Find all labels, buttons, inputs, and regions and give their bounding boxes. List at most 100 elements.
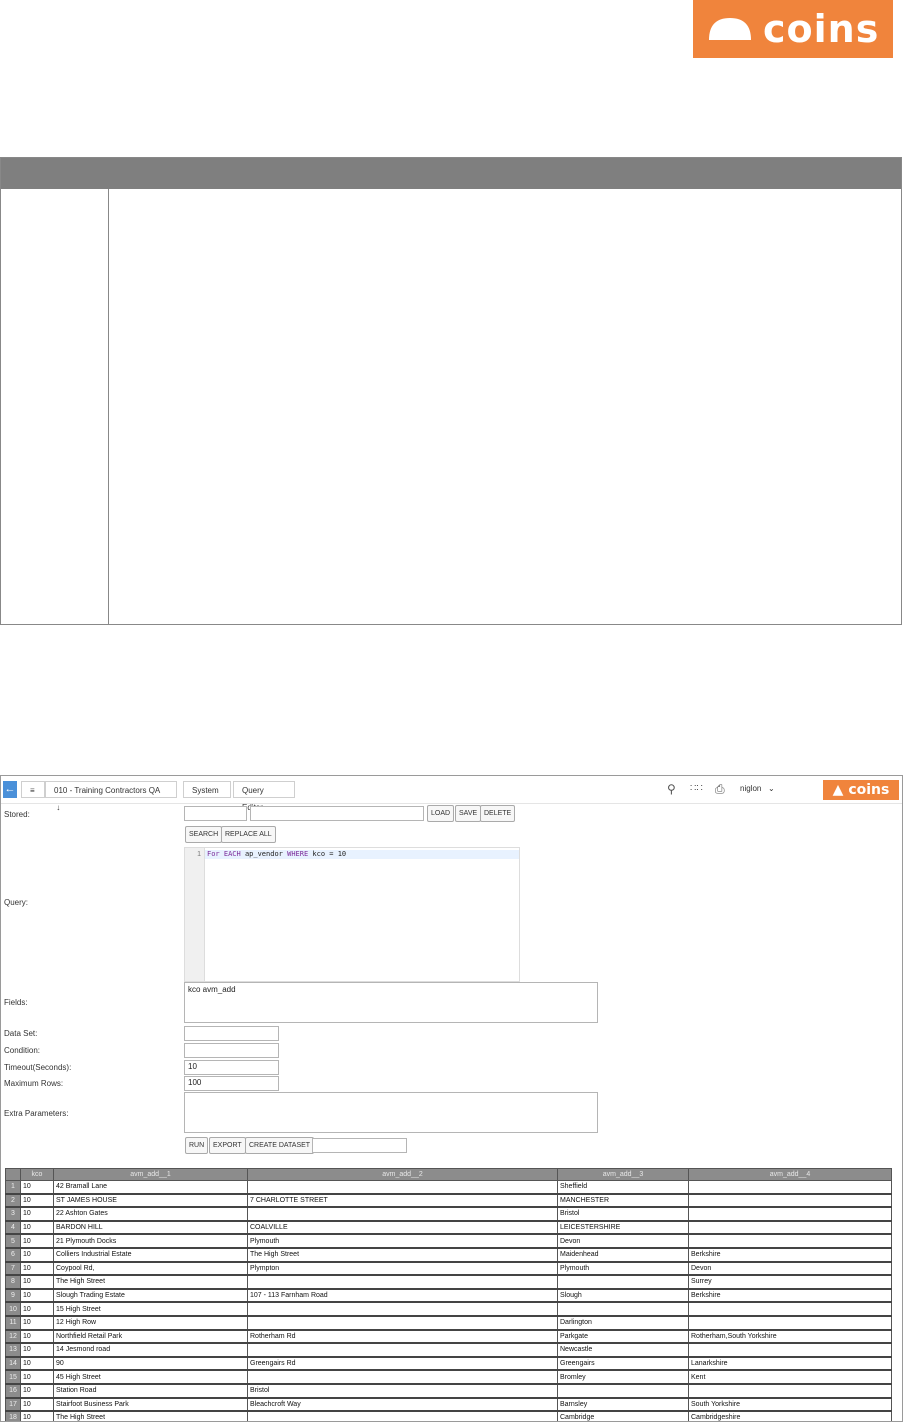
- avm-add-3-cell[interactable]: Sheffield: [557, 1179, 689, 1195]
- avm-add-3-cell[interactable]: [557, 1301, 689, 1317]
- avm-add-3-cell[interactable]: [557, 1274, 689, 1290]
- avm-add-3-cell[interactable]: Plymouth: [557, 1261, 689, 1277]
- max-rows-input[interactable]: 100: [184, 1076, 279, 1091]
- avm-add-2-cell[interactable]: Plympton: [247, 1261, 558, 1277]
- stored-name-input[interactable]: [184, 806, 247, 821]
- avm-add-4-cell[interactable]: Berkshire: [688, 1247, 892, 1263]
- extra-parameters-textarea[interactable]: [184, 1092, 598, 1133]
- avm-add-1-cell[interactable]: Slough Trading Estate: [53, 1288, 248, 1304]
- kco-cell[interactable]: 10: [20, 1206, 54, 1222]
- print-icon[interactable]: ⎙: [715, 782, 725, 797]
- kco-cell[interactable]: 10: [20, 1220, 54, 1236]
- run-button[interactable]: RUN: [185, 1137, 209, 1154]
- kco-cell[interactable]: 10: [20, 1288, 54, 1304]
- table-row[interactable]: 7 10 Coypool Rd, Plympton Plymouth Devon: [5, 1261, 892, 1277]
- table-row[interactable]: 16 10 Station Road Bristol: [5, 1383, 892, 1399]
- kco-cell[interactable]: 10: [20, 1342, 54, 1358]
- kco-cell[interactable]: 10: [20, 1301, 54, 1317]
- avm-add-2-cell[interactable]: 7 CHARLOTTE STREET: [247, 1193, 558, 1209]
- avm-add-3-cell[interactable]: Cambridge: [557, 1410, 689, 1421]
- avm-add-4-cell[interactable]: [688, 1233, 892, 1249]
- avm-add-1-cell[interactable]: Station Road: [53, 1383, 248, 1399]
- kco-cell[interactable]: 10: [20, 1179, 54, 1195]
- avm-add-2-cell[interactable]: The High Street: [247, 1247, 558, 1263]
- kco-cell[interactable]: 10: [20, 1261, 54, 1277]
- avm-add-4-cell[interactable]: [688, 1315, 892, 1331]
- table-row[interactable]: 18 10 The High Street Cambridge Cambridgeshi…: [5, 1410, 892, 1421]
- avm-add-3-cell[interactable]: Parkgate: [557, 1329, 689, 1345]
- kco-cell[interactable]: 10: [20, 1369, 54, 1385]
- avm-add-4-cell[interactable]: [688, 1220, 892, 1236]
- avm-add-4-cell[interactable]: [688, 1342, 892, 1358]
- avm-add-1-cell[interactable]: The High Street: [53, 1274, 248, 1290]
- avm-add-3-cell[interactable]: Bristol: [557, 1206, 689, 1222]
- avm-add-4-cell[interactable]: [688, 1206, 892, 1222]
- breadcrumb-query-editor[interactable]: Query Editor: [233, 781, 295, 812]
- stored-description-input[interactable]: [250, 806, 424, 821]
- create-dataset-input[interactable]: [312, 1138, 407, 1153]
- avm-add-2-cell[interactable]: [247, 1342, 558, 1358]
- avm-add-3-cell[interactable]: Slough: [557, 1288, 689, 1304]
- export-button[interactable]: EXPORT: [209, 1137, 246, 1154]
- avm-add-2-cell[interactable]: Bleachcroft Way: [247, 1397, 558, 1413]
- avm-add-4-cell[interactable]: Surrey: [688, 1274, 892, 1290]
- kco-cell[interactable]: 10: [20, 1315, 54, 1331]
- avm-add-1-cell[interactable]: 14 Jesmond road: [53, 1342, 248, 1358]
- search-icon[interactable]: ⚲: [667, 782, 676, 796]
- avm-add-4-cell[interactable]: South Yorkshire: [688, 1397, 892, 1413]
- avm-add-3-cell[interactable]: LEICESTERSHIRE: [557, 1220, 689, 1236]
- load-button[interactable]: LOAD: [427, 805, 455, 822]
- table-row[interactable]: 4 10 BARDON HILL COALVILLE LEICESTERSHIRE: [5, 1220, 892, 1236]
- avm-add-2-cell[interactable]: COALVILLE: [247, 1220, 558, 1236]
- table-row[interactable]: 15 10 45 High Street Bromley Kent: [5, 1369, 892, 1385]
- table-row[interactable]: 8 10 The High Street Surrey: [5, 1274, 892, 1290]
- table-row[interactable]: 6 10 Colliers Industrial Estate The High St…: [5, 1247, 892, 1263]
- avm-add-1-cell[interactable]: BARDON HILL: [53, 1220, 248, 1236]
- kco-cell[interactable]: 10: [20, 1247, 54, 1263]
- kco-cell[interactable]: 10: [20, 1410, 54, 1421]
- avm-add-3-cell[interactable]: Devon: [557, 1233, 689, 1249]
- avm-add-1-cell[interactable]: Colliers Industrial Estate: [53, 1247, 248, 1263]
- timeout-input[interactable]: 10: [184, 1060, 279, 1075]
- avm-add-3-cell[interactable]: Newcastle: [557, 1342, 689, 1358]
- apps-grid-icon[interactable]: ∷∷: [690, 783, 703, 794]
- avm-add-3-cell[interactable]: MANCHESTER: [557, 1193, 689, 1209]
- save-button[interactable]: SAVE: [455, 805, 482, 822]
- table-row[interactable]: 12 10 Northfield Retail Park Rotherham Rd Pa…: [5, 1329, 892, 1345]
- query-editor[interactable]: 1 For EACH ap_vendor WHERE kco = 10: [184, 847, 520, 982]
- avm-add-1-cell[interactable]: Coypool Rd,: [53, 1261, 248, 1277]
- avm-add-2-cell[interactable]: Rotherham Rd: [247, 1329, 558, 1345]
- avm-add-4-cell[interactable]: [688, 1383, 892, 1399]
- avm-add-2-cell[interactable]: Bristol: [247, 1383, 558, 1399]
- avm-add-1-cell[interactable]: 21 Plymouth Docks: [53, 1233, 248, 1249]
- table-row[interactable]: 1 10 42 Bramall Lane Sheffield: [5, 1179, 892, 1195]
- avm-add-1-cell[interactable]: The High Street: [53, 1410, 248, 1421]
- breadcrumb-company[interactable]: 010 - Training Contractors QA ↓: [45, 781, 177, 812]
- kco-cell[interactable]: 10: [20, 1233, 54, 1249]
- avm-add-4-cell[interactable]: Lanarkshire: [688, 1356, 892, 1372]
- avm-add-1-cell[interactable]: 45 High Street: [53, 1369, 248, 1385]
- avm-add-2-cell[interactable]: [247, 1369, 558, 1385]
- search-button[interactable]: SEARCH: [185, 826, 223, 843]
- avm-add-3-cell[interactable]: Greengairs: [557, 1356, 689, 1372]
- kco-cell[interactable]: 10: [20, 1397, 54, 1413]
- avm-add-2-cell[interactable]: [247, 1410, 558, 1421]
- table-row[interactable]: 11 10 12 High Row Darlington: [5, 1315, 892, 1331]
- replace-all-button[interactable]: REPLACE ALL: [221, 826, 276, 843]
- condition-input[interactable]: [184, 1043, 279, 1058]
- avm-add-1-cell[interactable]: 42 Bramall Lane: [53, 1179, 248, 1195]
- query-code-line[interactable]: For EACH ap_vendor WHERE kco = 10: [205, 850, 519, 859]
- avm-add-4-cell[interactable]: Berkshire: [688, 1288, 892, 1304]
- kco-cell[interactable]: 10: [20, 1274, 54, 1290]
- avm-add-2-cell[interactable]: [247, 1179, 558, 1195]
- kco-cell[interactable]: 10: [20, 1329, 54, 1345]
- table-row[interactable]: 3 10 22 Ashton Gates Bristol: [5, 1206, 892, 1222]
- avm-add-1-cell[interactable]: Northfield Retail Park: [53, 1329, 248, 1345]
- avm-add-3-cell[interactable]: Bromley: [557, 1369, 689, 1385]
- table-row[interactable]: 10 10 15 High Street: [5, 1301, 892, 1317]
- table-row[interactable]: 2 10 ST JAMES HOUSE 7 CHARLOTTE STREET MANCH…: [5, 1193, 892, 1209]
- back-arrow-icon[interactable]: ←: [3, 781, 17, 798]
- delete-button[interactable]: DELETE: [480, 805, 516, 822]
- avm-add-4-cell[interactable]: Cambridgeshire: [688, 1410, 892, 1421]
- avm-add-2-cell[interactable]: Greengairs Rd: [247, 1356, 558, 1372]
